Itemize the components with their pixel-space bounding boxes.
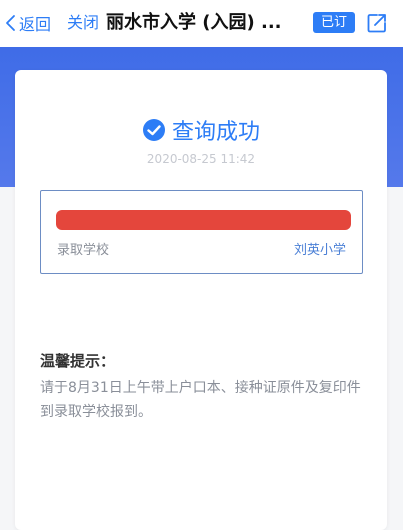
query-timestamp: 2020-08-25 11:42 (146, 152, 256, 166)
school-value: 刘英小学 (293, 243, 346, 258)
tips-title: 温馨提示： (40, 352, 116, 370)
tips-body: 请于8月31日上午带上户口本、接种证原件及复印件到录取学校报到。 (40, 380, 361, 420)
result-card: 查询成功 2020-08-25 11:42 录取学校 刘英小学 温馨提示： 请于… (15, 70, 387, 530)
status-row: 查询成功 (15, 114, 387, 146)
subscribed-badge[interactable]: 已订 (313, 12, 355, 33)
status-text: 查询成功 (171, 120, 260, 145)
admission-result-box: 录取学校 刘英小学 (40, 190, 363, 274)
school-label: 录取学校 (57, 243, 110, 258)
back-button[interactable]: 返回 (4, 11, 51, 35)
share-icon (367, 14, 386, 33)
page-title: 丽水市入学 (入园) ... (106, 12, 282, 33)
close-button[interactable]: 关闭 (67, 11, 99, 35)
chevron-left-icon (6, 15, 15, 31)
navigation-bar: 返回 关闭 丽水市入学 (入园) ... 已订 (0, 0, 403, 47)
redacted-name-bar (56, 210, 351, 230)
check-circle-icon (142, 119, 165, 141)
share-button[interactable] (365, 11, 389, 35)
back-label: 返回 (19, 15, 52, 34)
